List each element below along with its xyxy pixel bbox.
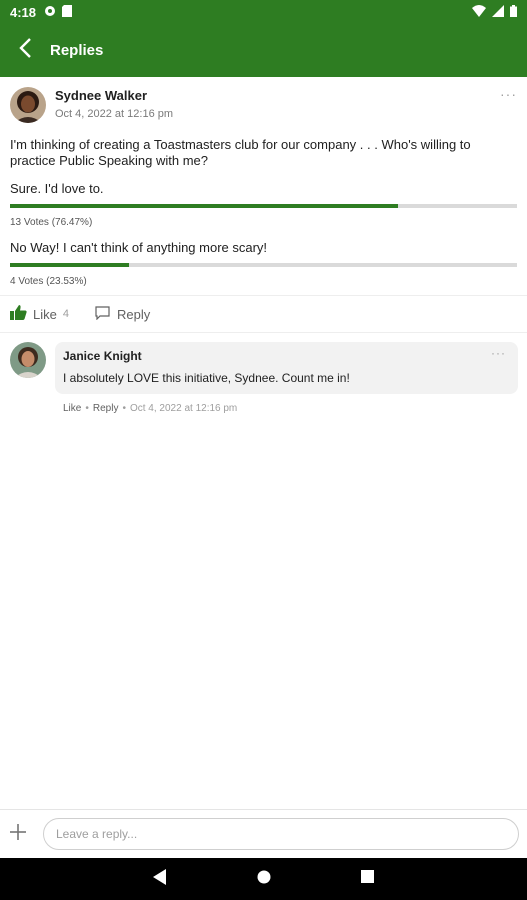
recents-nav-icon[interactable] xyxy=(361,870,374,888)
poll-progress-fill xyxy=(10,263,130,267)
home-nav-icon[interactable] xyxy=(257,870,271,889)
comment-bubble: Janice Knight I absolutely LOVE this ini… xyxy=(55,342,518,394)
comment: Janice Knight I absolutely LOVE this ini… xyxy=(10,342,518,414)
plus-icon xyxy=(9,823,27,846)
signal-icon xyxy=(492,4,504,20)
reply-composer xyxy=(0,809,527,858)
poll-votes: 13 Votes (76.47%) xyxy=(10,217,93,228)
status-bar: 4:18 xyxy=(0,0,527,24)
poll-option-label: Sure. I'd love to. xyxy=(10,181,104,196)
post-author[interactable]: Sydnee Walker xyxy=(55,88,173,103)
comment-timestamp: Oct 4, 2022 at 12:16 pm xyxy=(129,403,238,414)
poll-question: I'm thinking of creating a Toastmasters … xyxy=(10,137,471,168)
post-header: Sydnee Walker Oct 4, 2022 at 12:16 pm ··… xyxy=(0,77,527,123)
avatar[interactable] xyxy=(10,342,46,378)
like-count: 4 xyxy=(62,308,69,320)
like-label: Like xyxy=(33,306,57,322)
comment-actions: Like • Reply • Oct 4, 2022 at 12:16 pm xyxy=(55,403,518,414)
poll-progress-bar xyxy=(10,263,517,267)
comment-more-icon[interactable]: ··· xyxy=(491,346,506,360)
thumbs-up-icon xyxy=(10,305,27,323)
system-nav-bar xyxy=(0,858,527,900)
separator: • xyxy=(85,403,89,414)
poll-option[interactable]: No Way! I can't think of anything more s… xyxy=(0,240,527,287)
comment-text: I absolutely LOVE this initiative, Sydne… xyxy=(63,371,350,385)
reply-button[interactable]: Reply xyxy=(95,305,151,323)
comment-like-button[interactable]: Like xyxy=(63,403,81,414)
app-bar: Replies xyxy=(0,24,527,77)
post-card: Sydnee Walker Oct 4, 2022 at 12:16 pm ··… xyxy=(0,77,527,287)
poll-progress-bar xyxy=(10,204,517,208)
post-more-icon[interactable]: ··· xyxy=(500,86,517,102)
status-time: 4:18 xyxy=(10,4,37,20)
comment-author[interactable]: Janice Knight xyxy=(63,349,508,363)
post-timestamp: Oct 4, 2022 at 12:16 pm xyxy=(55,108,174,120)
sd-card-icon xyxy=(62,4,73,20)
add-attachment-button[interactable] xyxy=(8,823,28,846)
poll-option[interactable]: Sure. I'd love to. 13 Votes (76.47%) xyxy=(0,181,527,228)
back-nav-icon[interactable] xyxy=(153,868,167,890)
separator: • xyxy=(122,403,126,414)
back-arrow-icon xyxy=(18,37,32,64)
page-title: Replies xyxy=(50,42,104,59)
poll-progress-fill xyxy=(10,204,398,208)
comment-reply-button[interactable]: Reply xyxy=(93,403,119,414)
reply-label: Reply xyxy=(116,306,151,322)
back-button[interactable] xyxy=(0,24,50,77)
wifi-icon xyxy=(472,4,486,20)
post-actions: Like 4 Reply xyxy=(0,295,527,333)
reply-input[interactable] xyxy=(43,818,519,850)
comment-icon xyxy=(95,305,110,323)
battery-icon xyxy=(510,4,517,20)
poll-votes: 4 Votes (23.53%) xyxy=(10,276,87,287)
data-saver-icon xyxy=(44,5,56,20)
like-button[interactable]: Like 4 xyxy=(10,305,69,323)
poll-option-label: No Way! I can't think of anything more s… xyxy=(10,240,268,255)
avatar[interactable] xyxy=(10,87,46,123)
